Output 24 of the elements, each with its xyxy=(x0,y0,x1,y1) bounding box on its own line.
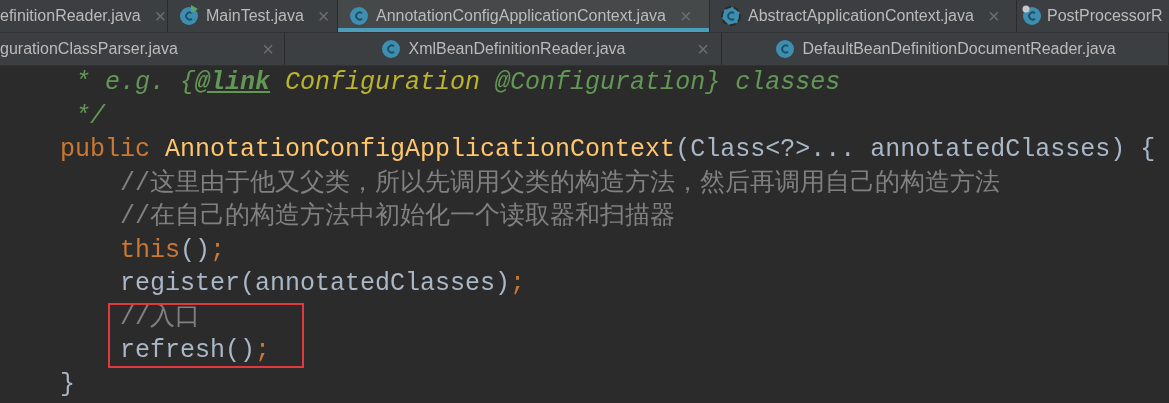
code-line: } xyxy=(60,368,75,401)
editor-tab[interactable]: gurationClassParser.java × xyxy=(0,33,285,65)
class-icon xyxy=(178,5,200,27)
code-line: //在自己的构造方法中初始化一个读取器和扫描器 xyxy=(119,201,675,233)
editor-tab[interactable]: XmlBeanDefinitionReader.java × xyxy=(285,33,722,65)
class-icon xyxy=(774,38,797,60)
class-icon xyxy=(1021,5,1043,27)
editor-tab[interactable]: efinitionReader.java × xyxy=(0,0,168,32)
code-line: * e.g. {@link Configuration @Configuration} classes xyxy=(74,67,841,99)
editor-tab[interactable]: DefaultBeanDefinitionDocumentReader.java xyxy=(722,33,1169,65)
editor-tab[interactable]: AbstractApplicationContext.java × xyxy=(710,0,1017,32)
class-icon xyxy=(348,5,370,27)
editor-tab[interactable]: PostProcessorR xyxy=(1017,0,1169,32)
code-line: public AnnotationConfigApplicationContext(Class<?>... annotatedClasses) { xyxy=(60,134,1156,166)
code-line: //这里由于他又父类，所以先调用父类的构造方法，然后再调用自己的构造方法 xyxy=(119,167,1000,200)
code-line: refresh(); xyxy=(119,335,271,367)
code-line: //入口 xyxy=(119,301,200,334)
code-line: this(); xyxy=(119,234,226,267)
code-line: register(annotatedClasses); xyxy=(119,268,526,300)
code-line: */ xyxy=(74,100,105,133)
class-icon xyxy=(380,38,403,60)
abstract-class-icon xyxy=(720,5,742,27)
editor-tab[interactable]: MainTest.java × xyxy=(168,0,338,32)
editor-tab[interactable]: AnnotationConfigApplicationContext.java × xyxy=(338,0,710,32)
